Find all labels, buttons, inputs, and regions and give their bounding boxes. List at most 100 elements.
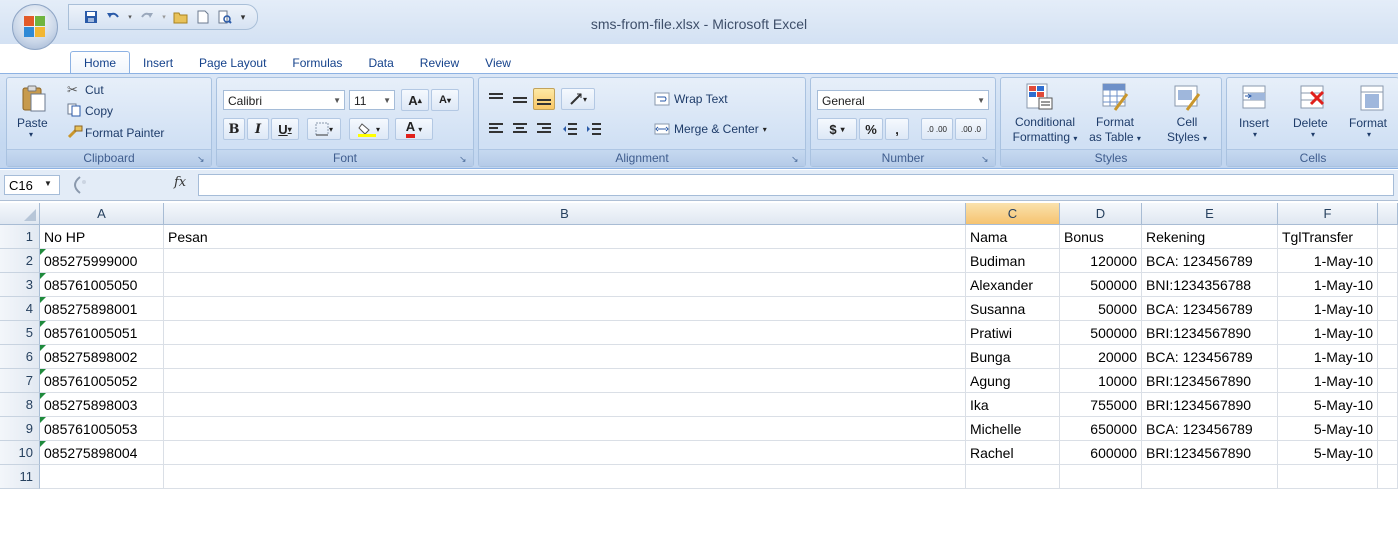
fill-color-button[interactable]: ▾ [349,118,389,140]
italic-button[interactable]: I [247,118,269,140]
align-middle-button[interactable] [509,88,531,110]
alignment-launcher-icon[interactable]: ↘ [791,154,801,164]
cell-e7[interactable]: BRI:1234567890 [1142,369,1278,393]
decrease-decimal-button[interactable]: .00 .0 [955,118,987,140]
cell-a3[interactable]: 085761005050 [40,273,164,297]
cell-b1[interactable]: Pesan [164,225,966,249]
format-dropdown-icon[interactable]: ▾ [1367,130,1371,139]
cell-c11[interactable] [966,465,1060,489]
column-header-e[interactable]: E [1142,203,1278,225]
row-header-3[interactable]: 3 [0,273,40,297]
align-right-button[interactable] [533,118,555,140]
cell-b7[interactable] [164,369,966,393]
cell-e1[interactable]: Rekening [1142,225,1278,249]
cell-e4[interactable]: BCA: 123456789 [1142,297,1278,321]
cell-f3[interactable]: 1-May-10 [1278,273,1378,297]
cell-b10[interactable] [164,441,966,465]
row-header-1[interactable]: 1 [0,225,40,249]
cell-b8[interactable] [164,393,966,417]
cell-g7[interactable] [1378,369,1398,393]
cell-a10[interactable]: 085275898004 [40,441,164,465]
cell-a6[interactable]: 085275898002 [40,345,164,369]
cell-e3[interactable]: BNI:1234356788 [1142,273,1278,297]
cell-b9[interactable] [164,417,966,441]
cell-d6[interactable]: 20000 [1060,345,1142,369]
cell-c6[interactable]: Bunga [966,345,1060,369]
comma-button[interactable]: , [885,118,909,140]
merge-center-button[interactable]: Merge & Center ▾ [649,118,801,140]
column-header-a[interactable]: A [40,203,164,225]
orientation-button[interactable]: ▾ [561,88,595,110]
cell-styles-button[interactable]: Cell Styles ▾ [1157,115,1217,146]
cell-d3[interactable]: 500000 [1060,273,1142,297]
cell-d7[interactable]: 10000 [1060,369,1142,393]
format-painter-icon[interactable] [67,125,83,142]
increase-decimal-button[interactable]: .0 .00 [921,118,953,140]
number-format-select[interactable]: General ▼ [817,90,989,110]
cell-g2[interactable] [1378,249,1398,273]
cell-b11[interactable] [164,465,966,489]
row-header-6[interactable]: 6 [0,345,40,369]
insert-cells-icon[interactable] [1241,84,1271,114]
cell-c8[interactable]: Ika [966,393,1060,417]
cell-c5[interactable]: Pratiwi [966,321,1060,345]
cell-a1[interactable]: No HP [40,225,164,249]
font-size-select[interactable]: 11 ▼ [349,90,395,110]
tab-view[interactable]: View [472,52,524,74]
cell-d1[interactable]: Bonus [1060,225,1142,249]
cell-g5[interactable] [1378,321,1398,345]
cell-e9[interactable]: BCA: 123456789 [1142,417,1278,441]
cell-a5[interactable]: 085761005051 [40,321,164,345]
cell-g4[interactable] [1378,297,1398,321]
bold-button[interactable]: B [223,118,245,140]
cell-b2[interactable] [164,249,966,273]
tab-data[interactable]: Data [355,52,406,74]
wrap-text-button[interactable]: Wrap Text [649,88,759,110]
cell-a7[interactable]: 085761005052 [40,369,164,393]
office-button[interactable] [12,4,58,50]
cell-d8[interactable]: 755000 [1060,393,1142,417]
grow-font-button[interactable]: A ▴ [401,89,429,111]
delete-cells-button[interactable]: Delete [1293,116,1328,130]
cell-g10[interactable] [1378,441,1398,465]
row-header-9[interactable]: 9 [0,417,40,441]
clipboard-launcher-icon[interactable]: ↘ [197,154,207,164]
cell-a11[interactable] [40,465,164,489]
cell-e6[interactable]: BCA: 123456789 [1142,345,1278,369]
row-header-2[interactable]: 2 [0,249,40,273]
format-cells-button[interactable]: Format [1349,116,1387,130]
cell-g1[interactable] [1378,225,1398,249]
conditional-formatting-icon[interactable] [1025,82,1055,112]
cell-a8[interactable]: 085275898003 [40,393,164,417]
cell-d9[interactable]: 650000 [1060,417,1142,441]
cell-a4[interactable]: 085275898001 [40,297,164,321]
insert-dropdown-icon[interactable]: ▾ [1253,130,1257,139]
cell-g3[interactable] [1378,273,1398,297]
formula-bar-resize-handle[interactable] [66,174,100,196]
cell-g9[interactable] [1378,417,1398,441]
cell-g11[interactable] [1378,465,1398,489]
cell-f11[interactable] [1278,465,1378,489]
cell-f4[interactable]: 1-May-10 [1278,297,1378,321]
cell-f10[interactable]: 5-May-10 [1278,441,1378,465]
font-color-button[interactable]: A ▾ [395,118,433,140]
increase-indent-button[interactable] [583,118,605,140]
shrink-font-button[interactable]: A ▾ [431,89,459,111]
column-header-f[interactable]: F [1278,203,1378,225]
cell-d11[interactable] [1060,465,1142,489]
cell-c1[interactable]: Nama [966,225,1060,249]
cell-d4[interactable]: 50000 [1060,297,1142,321]
currency-button[interactable]: $ ▾ [817,118,857,140]
tab-home[interactable]: Home [70,51,131,74]
cell-e2[interactable]: BCA: 123456789 [1142,249,1278,273]
cell-d10[interactable]: 600000 [1060,441,1142,465]
format-as-table-icon[interactable] [1101,82,1131,112]
formula-input[interactable] [198,174,1394,196]
row-header-11[interactable]: 11 [0,465,40,489]
align-center-button[interactable] [509,118,531,140]
format-cells-icon[interactable] [1357,84,1387,114]
percent-button[interactable]: % [859,118,883,140]
select-all-button[interactable] [0,203,40,225]
copy-button[interactable]: Copy [85,104,113,118]
tab-review[interactable]: Review [407,52,472,74]
